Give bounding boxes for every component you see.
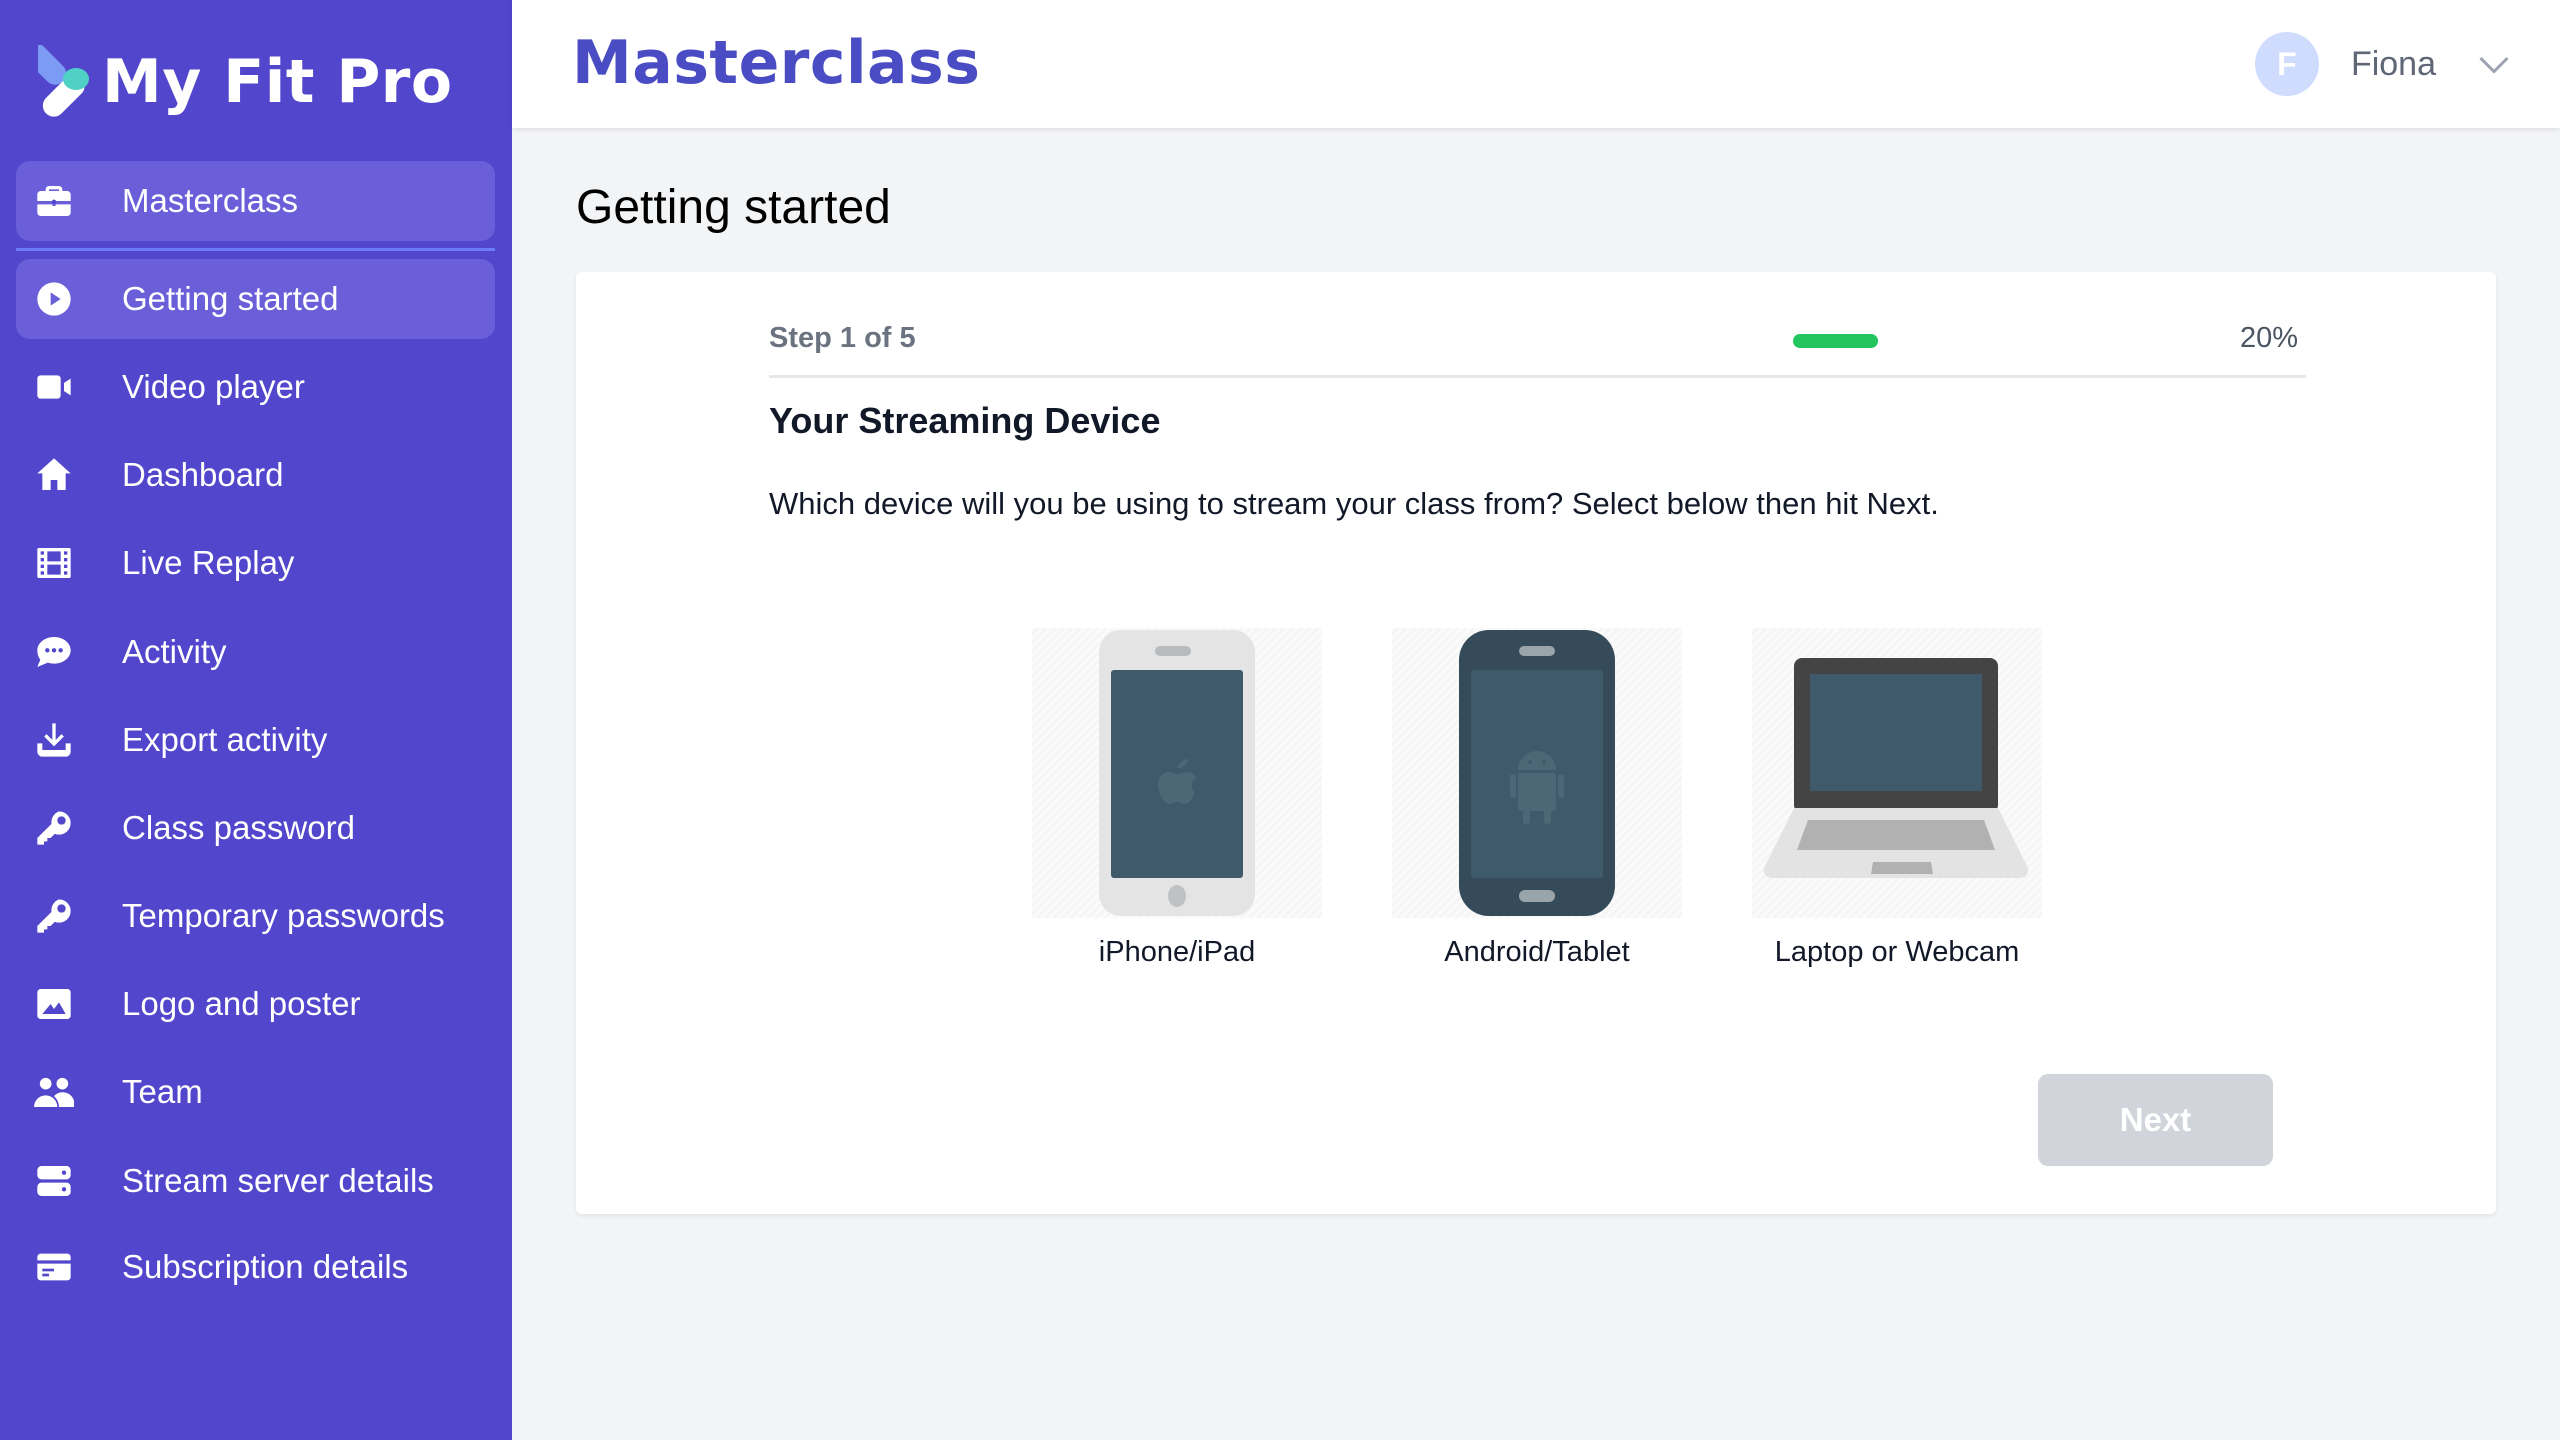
step-label: Step 1 of 5 bbox=[769, 322, 916, 354]
sidebar-item-temporary-passwords[interactable]: Temporary passwords bbox=[16, 876, 495, 956]
divider bbox=[769, 375, 2306, 378]
sidebar-item-team[interactable]: Team bbox=[16, 1052, 495, 1132]
avatar: F bbox=[2254, 32, 2319, 96]
section-title: Your Streaming Device bbox=[769, 400, 1161, 441]
server-icon bbox=[34, 1161, 74, 1201]
user-name: Fiona bbox=[2350, 44, 2436, 83]
sidebar-item-class-password[interactable]: Class password bbox=[16, 788, 495, 868]
page-title: Getting started bbox=[576, 181, 891, 234]
sidebar-item-subscription-details[interactable]: Subscription details bbox=[16, 1227, 495, 1307]
video-camera-icon bbox=[34, 367, 74, 407]
credit-card-icon bbox=[34, 1247, 74, 1287]
sidebar-item-label: Dashboard bbox=[122, 456, 284, 493]
header-title: Masterclass bbox=[572, 28, 981, 98]
android-phone-icon bbox=[1459, 630, 1615, 916]
sidebar-divider bbox=[16, 248, 495, 251]
sidebar-item-activity[interactable]: Activity bbox=[16, 612, 495, 692]
download-icon bbox=[34, 720, 74, 760]
next-button[interactable]: Next bbox=[2038, 1074, 2273, 1166]
wizard-card: Step 1 of 5 20% Your Streaming Device Wh… bbox=[576, 272, 2496, 1214]
sidebar-item-label: Temporary passwords bbox=[122, 897, 445, 934]
device-option-android[interactable]: Android/Tablet bbox=[1392, 628, 1682, 969]
app-name: My Fit Pro bbox=[102, 47, 453, 117]
sidebar-item-live-replay[interactable]: Live Replay bbox=[16, 523, 495, 603]
sidebar-item-label: Subscription details bbox=[122, 1248, 409, 1285]
iphone-icon bbox=[1099, 630, 1255, 916]
progress-bar bbox=[1793, 334, 2219, 348]
step-indicator: Step 1 of 5 20% bbox=[769, 322, 2306, 358]
film-icon bbox=[34, 543, 74, 583]
device-label: Android/Tablet bbox=[1444, 936, 1630, 968]
briefcase-icon bbox=[34, 181, 74, 221]
sidebar-item-dashboard[interactable]: Dashboard bbox=[16, 435, 495, 515]
logo-icon bbox=[38, 45, 89, 117]
sidebar-item-label: Getting started bbox=[122, 280, 339, 317]
chevron-down-icon bbox=[2479, 56, 2509, 74]
sidebar-item-label: Team bbox=[122, 1073, 203, 1110]
key-icon bbox=[34, 808, 74, 848]
key-icon bbox=[34, 896, 74, 936]
top-header: Masterclass F Fiona bbox=[512, 0, 2560, 128]
play-circle-icon bbox=[34, 279, 74, 319]
user-menu[interactable]: F Fiona bbox=[2254, 32, 2512, 96]
sidebar-item-label: Video player bbox=[122, 368, 305, 405]
sidebar-item-label: Logo and poster bbox=[122, 985, 361, 1022]
sidebar-item-logo-and-poster[interactable]: Logo and poster bbox=[16, 964, 495, 1044]
device-label: iPhone/iPad bbox=[1098, 936, 1256, 968]
section-description: Which device will you be using to stream… bbox=[769, 486, 1939, 521]
sidebar-item-masterclass[interactable]: Masterclass bbox=[16, 161, 495, 241]
home-icon bbox=[34, 455, 74, 495]
progress-fill bbox=[1793, 334, 1879, 348]
laptop-icon bbox=[1763, 658, 2029, 879]
app-logo[interactable]: My Fit Pro bbox=[38, 42, 453, 122]
chat-bubble-icon bbox=[34, 632, 74, 672]
sidebar-item-video-player[interactable]: Video player bbox=[16, 347, 495, 427]
sidebar-item-label: Export activity bbox=[122, 721, 328, 758]
sidebar-item-label: Live Replay bbox=[122, 544, 295, 581]
sidebar-item-export-activity[interactable]: Export activity bbox=[16, 700, 495, 780]
image-icon bbox=[34, 984, 74, 1024]
sidebar-item-getting-started[interactable]: Getting started bbox=[16, 259, 495, 339]
users-icon bbox=[34, 1072, 74, 1112]
sidebar: My Fit Pro Masterclass Getting started V… bbox=[0, 0, 512, 1440]
device-label: Laptop or Webcam bbox=[1774, 936, 2020, 968]
device-option-laptop[interactable]: Laptop or Webcam bbox=[1752, 628, 2042, 969]
device-option-iphone[interactable]: iPhone/iPad bbox=[1032, 628, 1322, 969]
sidebar-item-label: Class password bbox=[122, 809, 355, 846]
sidebar-item-label: Activity bbox=[122, 633, 227, 670]
progress-percent: 20% bbox=[2239, 322, 2298, 354]
sidebar-item-label: Masterclass bbox=[122, 182, 299, 219]
sidebar-item-label: Stream server details bbox=[122, 1162, 434, 1199]
sidebar-item-stream-server-details[interactable]: Stream server details bbox=[16, 1141, 495, 1221]
